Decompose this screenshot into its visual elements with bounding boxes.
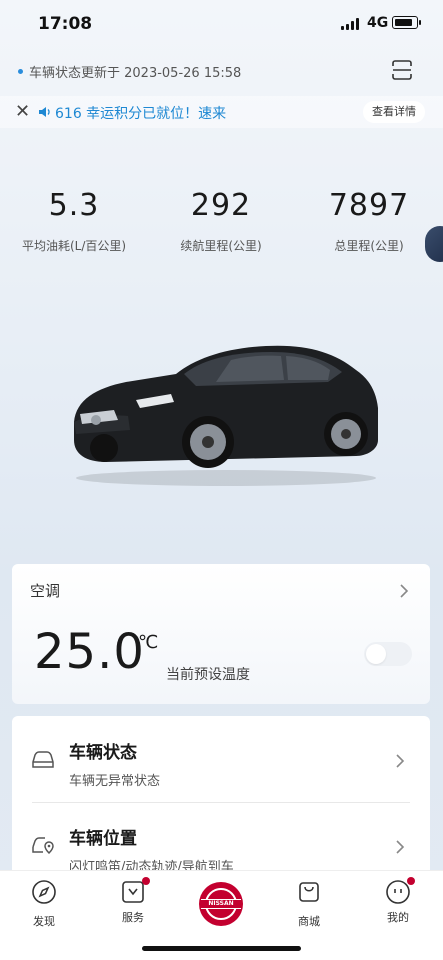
tab-label: 发现 bbox=[33, 915, 55, 928]
notification-badge bbox=[142, 877, 150, 885]
tab-profile[interactable]: 我的 bbox=[368, 871, 428, 925]
ac-temperature-unit: ℃ bbox=[138, 632, 159, 653]
tab-service[interactable]: 服务 bbox=[103, 871, 163, 925]
chevron-right-icon bbox=[396, 754, 405, 768]
scan-icon[interactable] bbox=[390, 58, 414, 82]
home-indicator[interactable] bbox=[142, 946, 301, 951]
stat-value: 7897 bbox=[328, 188, 410, 223]
speaker-icon bbox=[39, 107, 50, 117]
stat-value: 292 bbox=[190, 188, 252, 223]
stat-value: 5.3 bbox=[48, 188, 100, 223]
battery-fill bbox=[394, 18, 412, 26]
battery-icon bbox=[392, 16, 421, 29]
view-details-button[interactable]: 查看详情 bbox=[363, 101, 425, 123]
profile-icon bbox=[385, 877, 415, 905]
stat-total-mileage[interactable]: 7897 总里程(公里) bbox=[318, 188, 420, 254]
close-icon[interactable]: ✕ bbox=[15, 101, 30, 122]
signal-icon bbox=[341, 18, 359, 30]
vehicle-status-row[interactable]: 车辆状态 车辆无异常状态 bbox=[12, 716, 430, 802]
status-dot-icon bbox=[18, 69, 23, 74]
ac-temperature: 25.0 bbox=[34, 624, 145, 680]
car-location-icon bbox=[32, 837, 54, 855]
shopping-bag-icon bbox=[299, 882, 319, 902]
stat-label: 平均油耗(L/百公里) bbox=[21, 239, 127, 253]
compass-icon bbox=[32, 880, 56, 904]
ac-subtitle: 当前预设温度 bbox=[166, 667, 250, 683]
logo-text: NISSAN bbox=[201, 899, 241, 909]
tab-label: 服务 bbox=[122, 911, 144, 924]
notice-banner: ✕ 616 幸运积分已就位！速来 查看详情 bbox=[0, 96, 443, 128]
side-floating-tab[interactable] bbox=[425, 226, 443, 262]
vehicle-location-title: 车辆位置 bbox=[69, 829, 137, 849]
car-status-icon bbox=[32, 751, 54, 768]
update-status: 车辆状态更新于 2023-05-26 15:58 bbox=[18, 62, 241, 81]
notification-badge bbox=[407, 877, 415, 885]
status-bar: 17:08 4G bbox=[0, 0, 443, 50]
ac-toggle[interactable] bbox=[364, 642, 412, 666]
vehicle-status-subtitle: 车辆无异常状态 bbox=[69, 774, 161, 789]
tab-mall[interactable]: 商城 bbox=[279, 871, 339, 929]
ac-title: 空调 bbox=[30, 582, 61, 600]
stat-label: 总里程(公里) bbox=[334, 239, 404, 253]
vehicle-status-title: 车辆状态 bbox=[69, 743, 137, 763]
ac-card[interactable]: 空调 25.0 ℃ 当前预设温度 bbox=[12, 564, 430, 704]
nissan-logo-button[interactable]: NISSAN bbox=[199, 882, 243, 926]
chevron-right-icon bbox=[396, 840, 405, 854]
toggle-knob bbox=[366, 644, 386, 664]
network-type: 4G bbox=[367, 15, 389, 31]
vehicle-card: 车辆状态 车辆无异常状态 车辆位置 闪灯鸣笛/动态轨迹/导航到车 bbox=[12, 716, 430, 886]
stat-fuel-consumption[interactable]: 5.3 平均油耗(L/百公里) bbox=[14, 188, 134, 254]
tab-label: 我的 bbox=[387, 911, 409, 924]
stat-range[interactable]: 292 续航里程(公里) bbox=[166, 188, 276, 254]
tab-label: 商城 bbox=[298, 915, 320, 928]
status-time: 17:08 bbox=[38, 14, 93, 34]
notice-text[interactable]: 616 幸运积分已就位！速来 bbox=[55, 103, 226, 123]
tab-discover[interactable]: 发现 bbox=[14, 871, 74, 929]
update-text: 车辆状态更新于 2023-05-26 15:58 bbox=[29, 66, 242, 81]
car-image bbox=[74, 345, 378, 486]
stat-label: 续航里程(公里) bbox=[180, 239, 262, 253]
chevron-right-icon[interactable] bbox=[400, 584, 409, 598]
service-icon bbox=[120, 877, 150, 905]
